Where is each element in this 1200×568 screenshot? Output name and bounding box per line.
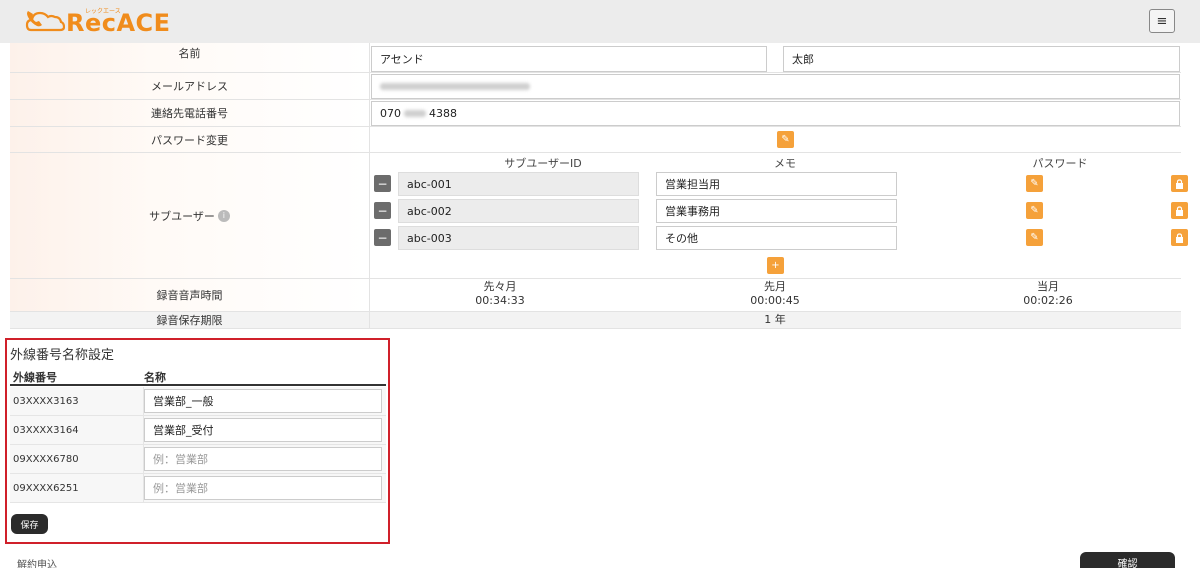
cancel-contract-link[interactable]: 解約申込 bbox=[17, 556, 57, 568]
password-label: パスワード変更 bbox=[10, 127, 370, 152]
outside-number: 09XXXX6251 bbox=[13, 482, 79, 494]
period-label: 先月 bbox=[764, 280, 786, 293]
phone-cloud-logo-icon bbox=[25, 11, 65, 32]
email-label: メールアドレス bbox=[10, 73, 370, 99]
edit-icon: ✎ bbox=[1030, 178, 1039, 189]
recording-time-row: 録音音声時間 先々月 00:34:33 先月 00:00:45 当月 00:02… bbox=[10, 279, 1181, 312]
sub-user-label: サブユーザー bbox=[149, 209, 215, 223]
recace-logo[interactable]: レックエース RecACE bbox=[25, 5, 171, 37]
sub-user-row: サブユーザー i サブユーザーID メモ パスワード − abc-001 営業担… bbox=[10, 153, 1188, 279]
edit-sub-user-password-button[interactable]: ✎ bbox=[1026, 229, 1043, 246]
phone-redacted bbox=[404, 110, 426, 117]
app-header: レックエース RecACE ≡ bbox=[0, 0, 1200, 43]
retention-value: 1 年 bbox=[764, 313, 786, 326]
period-label: 当月 bbox=[1037, 280, 1059, 293]
minus-icon: − bbox=[377, 230, 388, 245]
edit-icon: ✎ bbox=[1030, 232, 1039, 243]
edit-sub-user-password-button[interactable]: ✎ bbox=[1026, 202, 1043, 219]
remove-sub-user-button[interactable]: − bbox=[374, 175, 391, 192]
phone-prefix: 070 bbox=[380, 107, 401, 120]
recording-period: 当月 00:02:26 bbox=[998, 280, 1098, 308]
period-value: 00:34:33 bbox=[475, 294, 525, 307]
outside-number-header: 外線番号 bbox=[13, 371, 57, 384]
sub-user-id-header: サブユーザーID bbox=[504, 157, 582, 170]
email-row: メールアドレス bbox=[10, 73, 1181, 100]
outside-number: 09XXXX6780 bbox=[13, 453, 79, 465]
sub-user-id-field: abc-003 bbox=[398, 226, 639, 250]
password-row: パスワード変更 ✎ bbox=[10, 127, 1181, 153]
email-redacted bbox=[380, 83, 530, 90]
lock-sub-user-button[interactable] bbox=[1171, 229, 1188, 246]
recording-period: 先月 00:00:45 bbox=[725, 280, 825, 308]
sub-user-label-cell: サブユーザー i bbox=[10, 153, 370, 278]
recording-time-label: 録音音声時間 bbox=[10, 279, 370, 311]
outside-name-input[interactable]: 例：営業部 bbox=[144, 447, 382, 471]
period-label: 先々月 bbox=[483, 280, 517, 293]
lock-icon bbox=[1176, 232, 1183, 243]
recording-period: 先々月 00:34:33 bbox=[450, 280, 550, 308]
phone-label: 連絡先電話番号 bbox=[10, 100, 370, 126]
phone-suffix: 4388 bbox=[429, 107, 457, 120]
sub-user-id-field: abc-002 bbox=[398, 199, 639, 223]
logo-kana: レックエース bbox=[85, 8, 121, 15]
edit-sub-user-password-button[interactable]: ✎ bbox=[1026, 175, 1043, 192]
first-name-input[interactable]: 太郎 bbox=[783, 46, 1180, 72]
outside-number: 03XXXX3163 bbox=[13, 395, 79, 407]
period-value: 00:00:45 bbox=[750, 294, 800, 307]
sub-user-memo-header: メモ bbox=[774, 157, 796, 170]
lock-icon bbox=[1176, 178, 1183, 189]
table-row: 03XXXX3164 営業部_受付 bbox=[10, 416, 386, 445]
hamburger-menu-button[interactable]: ≡ bbox=[1149, 9, 1175, 33]
outside-line-settings-title: 外線番号名称設定 bbox=[10, 348, 115, 363]
confirm-button[interactable]: 確認 bbox=[1080, 552, 1175, 568]
edit-icon: ✎ bbox=[781, 134, 790, 145]
period-value: 00:02:26 bbox=[1023, 294, 1073, 307]
outside-number: 03XXXX3164 bbox=[13, 424, 79, 436]
sub-user-id-field: abc-001 bbox=[398, 172, 639, 196]
remove-sub-user-button[interactable]: − bbox=[374, 229, 391, 246]
table-row: 03XXXX3163 営業部_一般 bbox=[10, 387, 386, 416]
lock-sub-user-button[interactable] bbox=[1171, 202, 1188, 219]
minus-icon: − bbox=[377, 203, 388, 218]
sub-user-password-header: パスワード bbox=[1032, 157, 1088, 170]
table-row: 09XXXX6780 例：営業部 bbox=[10, 445, 386, 474]
info-icon[interactable]: i bbox=[217, 209, 230, 222]
outside-name-input[interactable]: 営業部_一般 bbox=[144, 389, 382, 413]
phone-input[interactable]: 070 4388 bbox=[371, 101, 1180, 126]
outside-line-table-header: 外線番号 名称 bbox=[10, 366, 386, 386]
outside-name-header: 名称 bbox=[144, 371, 166, 384]
save-button[interactable]: 保存 bbox=[11, 514, 48, 534]
sub-user-memo-input[interactable]: 営業担当用 bbox=[656, 172, 897, 196]
sub-user-memo-input[interactable]: その他 bbox=[656, 226, 897, 250]
sub-user-memo-input[interactable]: 営業事務用 bbox=[656, 199, 897, 223]
remove-sub-user-button[interactable]: − bbox=[374, 202, 391, 219]
email-input[interactable] bbox=[371, 74, 1180, 99]
last-name-input[interactable]: アセンド bbox=[371, 46, 767, 72]
lock-icon bbox=[1176, 205, 1183, 216]
menu-icon: ≡ bbox=[1156, 13, 1168, 29]
retention-label: 録音保存期限 bbox=[10, 312, 370, 328]
phone-row: 連絡先電話番号 070 4388 bbox=[10, 100, 1181, 127]
name-row: 名前 アセンド 太郎 bbox=[10, 43, 1181, 73]
name-label: 名前 bbox=[10, 43, 370, 72]
edit-icon: ✎ bbox=[1030, 205, 1039, 216]
outside-name-input[interactable]: 例：営業部 bbox=[144, 476, 382, 500]
outside-name-input[interactable]: 営業部_受付 bbox=[144, 418, 382, 442]
plus-icon: + bbox=[771, 260, 780, 271]
table-row: 09XXXX6251 例：営業部 bbox=[10, 474, 386, 503]
edit-password-button[interactable]: ✎ bbox=[777, 131, 794, 148]
lock-sub-user-button[interactable] bbox=[1171, 175, 1188, 192]
retention-row: 録音保存期限 1 年 bbox=[10, 312, 1181, 329]
add-sub-user-button[interactable]: + bbox=[767, 257, 784, 274]
minus-icon: − bbox=[377, 176, 388, 191]
